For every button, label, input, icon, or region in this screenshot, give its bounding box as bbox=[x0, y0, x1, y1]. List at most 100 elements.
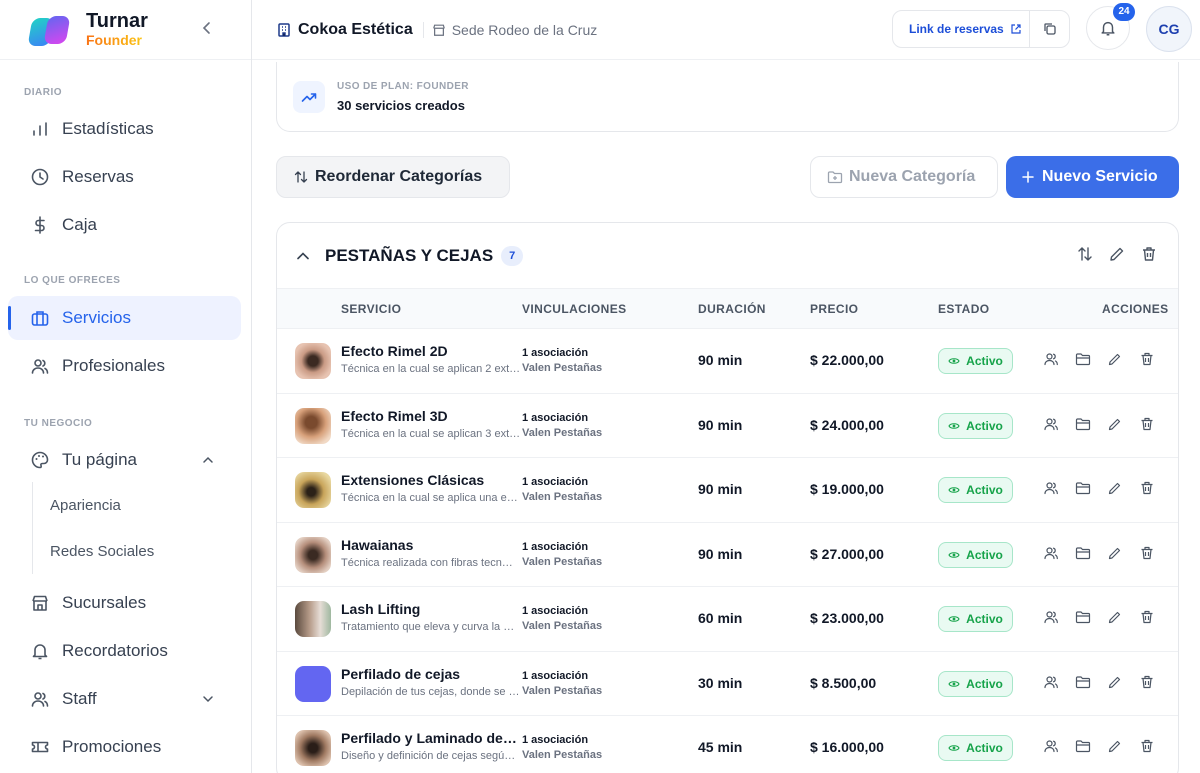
sidebar-item-sucursales[interactable]: Sucursales bbox=[8, 581, 241, 625]
service-duration: 60 min bbox=[698, 610, 743, 626]
notifications-button[interactable]: 24 bbox=[1086, 3, 1135, 50]
edit-icon[interactable] bbox=[1107, 351, 1123, 367]
reorder-categories-button[interactable]: Reordenar Categorías bbox=[276, 156, 510, 198]
sort-arrows-icon bbox=[294, 171, 308, 183]
folder-icon[interactable] bbox=[1075, 416, 1091, 432]
new-category-button[interactable]: Nueva Categoría bbox=[810, 156, 998, 198]
eye-icon bbox=[948, 358, 960, 364]
users-icon[interactable] bbox=[1043, 351, 1059, 367]
status-badge[interactable]: Activo bbox=[938, 670, 1013, 697]
business-selector[interactable]: Cokoa Estética bbox=[276, 21, 413, 39]
bell-icon bbox=[32, 644, 48, 660]
users-icon[interactable] bbox=[1043, 416, 1059, 432]
table-row[interactable]: Efecto Rimel 3D Técnica en la cual se ap… bbox=[277, 394, 1178, 458]
edit-icon[interactable] bbox=[1107, 738, 1123, 754]
copy-link-button[interactable] bbox=[1029, 11, 1069, 47]
sidebar-item-estadisticas[interactable]: Estadísticas bbox=[8, 107, 241, 151]
service-name: Efecto Rimel 3D bbox=[341, 407, 448, 424]
trash-icon[interactable] bbox=[1139, 609, 1155, 625]
service-duration: 90 min bbox=[698, 481, 743, 497]
trash-icon[interactable] bbox=[1139, 351, 1155, 367]
sidebar-item-recordatorios[interactable]: Recordatorios bbox=[8, 629, 241, 673]
service-price: $ 22.000,00 bbox=[810, 352, 884, 368]
status-badge[interactable]: Activo bbox=[938, 477, 1013, 503]
plan-usage: 30 servicios creados bbox=[337, 97, 465, 113]
sidebar-subitem-apariencia[interactable]: Apariencia bbox=[33, 482, 251, 528]
table-row[interactable]: Perfilado de cejas Depilación de tus cej… bbox=[277, 652, 1178, 716]
edit-icon[interactable] bbox=[1107, 480, 1123, 496]
folder-icon[interactable] bbox=[1075, 480, 1091, 496]
collapse-sidebar-icon[interactable] bbox=[197, 20, 217, 40]
plan-label: USO DE PLAN: FOUNDER bbox=[337, 80, 469, 92]
folder-icon[interactable] bbox=[1075, 351, 1091, 367]
service-name: Extensiones Clásicas bbox=[341, 472, 485, 488]
table-row[interactable]: Lash Lifting Tratamiento que eleva y cur… bbox=[277, 587, 1178, 652]
table-row[interactable]: Efecto Rimel 2D Técnica en la cual se ap… bbox=[277, 329, 1178, 394]
service-duration: 90 min bbox=[698, 416, 743, 433]
edit-icon[interactable] bbox=[1107, 674, 1123, 690]
service-thumbnail bbox=[295, 343, 331, 379]
table-row[interactable]: Perfilado y Laminado de C… Diseño y defi… bbox=[277, 716, 1178, 773]
status-badge[interactable]: Activo bbox=[938, 606, 1013, 632]
new-service-button[interactable]: Nuevo Servicio bbox=[1006, 156, 1179, 198]
sort-arrows-icon[interactable] bbox=[1076, 245, 1094, 263]
trash-icon[interactable] bbox=[1139, 674, 1155, 690]
folder-icon[interactable] bbox=[1075, 674, 1091, 690]
folder-icon[interactable] bbox=[1075, 545, 1091, 561]
sidebar-item-promociones[interactable]: Promociones bbox=[8, 725, 241, 769]
category-count-badge: 7 bbox=[501, 245, 524, 266]
service-professional: Valen Pestañas bbox=[522, 749, 603, 761]
trash-icon[interactable] bbox=[1139, 416, 1155, 432]
brand-name: Turnar bbox=[86, 9, 148, 32]
status-badge[interactable]: Activo bbox=[938, 412, 1013, 439]
users-icon[interactable] bbox=[1043, 609, 1059, 625]
sidebar-item-caja[interactable]: Caja bbox=[8, 203, 241, 247]
status-badge[interactable]: Activo bbox=[938, 541, 1013, 568]
table-row[interactable]: Hawaianas Técnica realizada con fibras t… bbox=[277, 523, 1178, 587]
edit-icon[interactable] bbox=[1107, 416, 1123, 432]
user-avatar[interactable]: CG bbox=[1146, 6, 1192, 52]
edit-icon[interactable] bbox=[1107, 609, 1123, 625]
service-thumbnail bbox=[295, 730, 331, 766]
service-description: Técnica en la cual se aplican 3 ext… bbox=[341, 427, 521, 440]
sidebar-item-profesionales[interactable]: Profesionales bbox=[8, 344, 241, 388]
table-header: SERVICIO VINCULACIONES DURACIÓN PRECIO E… bbox=[277, 288, 1178, 329]
chevron-up-icon[interactable] bbox=[295, 248, 311, 264]
table-row[interactable]: Extensiones Clásicas Técnica en la cual … bbox=[277, 458, 1178, 523]
business-name: Cokoa Estética bbox=[298, 20, 413, 38]
booking-link-button[interactable]: Link de reservas bbox=[892, 10, 1070, 48]
briefcase-icon bbox=[31, 311, 49, 326]
folder-icon[interactable] bbox=[1075, 738, 1091, 754]
service-name: Efecto Rimel 2D bbox=[341, 343, 448, 359]
store-icon bbox=[32, 595, 48, 611]
brand: Turnar Founder bbox=[0, 0, 251, 60]
trash-icon[interactable] bbox=[1139, 545, 1155, 561]
eye-icon bbox=[948, 745, 960, 751]
status-badge[interactable]: Activo bbox=[938, 348, 1013, 374]
service-associations: 1 asociación bbox=[522, 411, 589, 424]
folder-icon[interactable] bbox=[1075, 609, 1091, 625]
service-duration: 30 min bbox=[698, 674, 743, 691]
sidebar-item-staff[interactable]: Staff bbox=[8, 677, 241, 721]
status-label: Activo bbox=[966, 483, 1003, 497]
edit-icon[interactable] bbox=[1108, 245, 1126, 263]
service-professional: Valen Pestañas bbox=[522, 555, 603, 568]
service-description: Depilación de tus cejas, donde se … bbox=[341, 685, 520, 698]
trash-icon[interactable] bbox=[1139, 480, 1155, 496]
sidebar-item-label: Promociones bbox=[62, 737, 162, 756]
users-icon[interactable] bbox=[1043, 480, 1059, 496]
trash-icon[interactable] bbox=[1139, 738, 1155, 754]
eye-icon bbox=[948, 680, 960, 687]
branch-selector[interactable]: Sede Rodeo de la Cruz bbox=[422, 21, 597, 38]
trash-icon[interactable] bbox=[1140, 245, 1158, 263]
status-badge[interactable]: Activo bbox=[938, 735, 1013, 761]
users-icon[interactable] bbox=[1043, 545, 1059, 561]
users-icon[interactable] bbox=[1043, 674, 1059, 690]
edit-icon[interactable] bbox=[1107, 545, 1123, 561]
sidebar-item-servicios[interactable]: Servicios bbox=[8, 296, 241, 340]
sidebar-item-reservas[interactable]: Reservas bbox=[8, 155, 241, 199]
users-icon[interactable] bbox=[1043, 738, 1059, 754]
sidebar-item-tu-pagina[interactable]: Tu página bbox=[8, 438, 241, 482]
sidebar-subitem-redes[interactable]: Redes Sociales bbox=[33, 528, 251, 574]
status-label: Activo bbox=[966, 676, 1003, 691]
